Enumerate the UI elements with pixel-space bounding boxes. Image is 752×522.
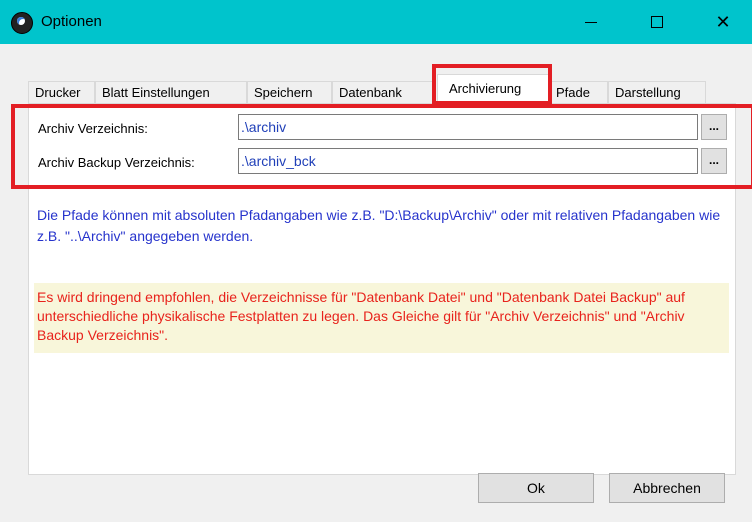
title-bar[interactable]: Optionen ✕ bbox=[0, 0, 752, 44]
tab-label: Speichern bbox=[254, 85, 313, 100]
tab-label: Datenbank bbox=[339, 85, 402, 100]
tab-label: Drucker bbox=[35, 85, 81, 100]
maximize-button[interactable] bbox=[632, 0, 682, 44]
tab-blatt-einstellungen[interactable]: Blatt Einstellungen bbox=[95, 81, 247, 103]
backup-dir-field[interactable]: .\archiv_bck bbox=[238, 148, 698, 174]
tab-label: Pfade bbox=[556, 85, 590, 100]
ok-button[interactable]: Ok bbox=[478, 473, 594, 503]
tab-datenbank[interactable]: Datenbank bbox=[332, 81, 434, 103]
tab-label: Darstellung bbox=[615, 85, 681, 100]
tab-highlight-box bbox=[432, 64, 552, 105]
backup-dir-browse-button[interactable]: ... bbox=[701, 148, 727, 174]
options-dialog: Optionen ✕ Drucker Blatt Einstellungen S… bbox=[0, 0, 752, 522]
archive-dir-label: Archiv Verzeichnis: bbox=[38, 121, 148, 136]
close-button[interactable]: ✕ bbox=[698, 0, 748, 44]
cancel-button[interactable]: Abbrechen bbox=[609, 473, 725, 503]
tab-label: Blatt Einstellungen bbox=[102, 85, 210, 100]
tab-pfade[interactable]: Pfade bbox=[549, 81, 608, 103]
minimize-icon bbox=[585, 21, 597, 23]
maximize-icon bbox=[651, 16, 663, 28]
minimize-button[interactable] bbox=[566, 0, 616, 44]
close-icon: ✕ bbox=[715, 11, 731, 32]
tab-speichern[interactable]: Speichern bbox=[247, 81, 332, 103]
warning-text: Es wird dringend empfohlen, die Verzeich… bbox=[37, 289, 685, 343]
backup-dir-label: Archiv Backup Verzeichnis: bbox=[38, 155, 195, 170]
tab-darstellung[interactable]: Darstellung bbox=[608, 81, 706, 103]
window-title: Optionen bbox=[41, 13, 102, 30]
app-icon bbox=[11, 12, 33, 34]
tab-drucker[interactable]: Drucker bbox=[28, 81, 95, 103]
paths-info-text: Die Pfade können mit absoluten Pfadangab… bbox=[37, 207, 721, 244]
archive-dir-field[interactable]: .\archiv bbox=[238, 114, 698, 140]
archive-dir-browse-button[interactable]: ... bbox=[701, 114, 727, 140]
